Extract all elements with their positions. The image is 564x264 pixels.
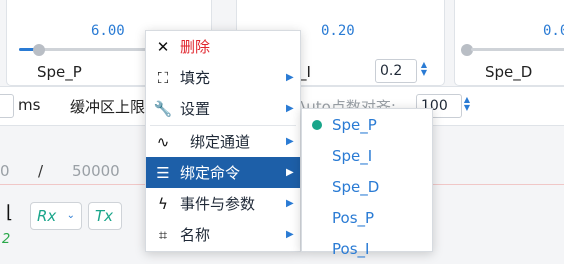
- hook-icon[interactable]: ⌊: [6, 202, 13, 223]
- submenu-item-spe-p-label: Spe_P: [332, 115, 377, 134]
- submenu-arrow-icon: ▶: [286, 136, 294, 147]
- submenu-item-pos-i[interactable]: Pos_I: [302, 233, 432, 264]
- list-icon: ☰: [156, 163, 170, 182]
- selected-dot-icon: [302, 116, 332, 134]
- menu-item-bind-command[interactable]: ☰ 绑定命令 ▶: [146, 157, 300, 188]
- context-menu: ✕ 删除 ⛶ 填充 ▶ 🔧 设置 ▶ ∿ 绑定通道 ▶ ☰ 绑定命令 ▶ ϟ 事…: [145, 30, 301, 252]
- panel-spe-d: 0.0 Spe_D: [454, 0, 564, 86]
- spe-p-slider-thumb[interactable]: [33, 44, 45, 56]
- submenu-item-pos-p[interactable]: Pos_P: [302, 202, 432, 233]
- spe-d-value: 0.0: [543, 23, 564, 39]
- tx-button[interactable]: Tx: [88, 202, 122, 230]
- submenu-item-spe-i-label: Spe_I: [332, 146, 373, 165]
- wrench-icon: 🔧: [153, 99, 173, 118]
- counter-total: 50000: [72, 162, 120, 180]
- spe-d-slider-track[interactable]: [471, 48, 564, 51]
- spe-i-value: 0.20: [321, 23, 355, 39]
- spe-p-value: 6.00: [91, 23, 125, 39]
- menu-item-bind-channel-label: 绑定通道: [190, 133, 251, 151]
- submenu-arrow-icon: ▶: [286, 103, 294, 114]
- menu-item-fill-label: 填充: [180, 69, 211, 87]
- bind-command-submenu: Spe_P Spe_I Spe_D Pos_P Pos_I: [301, 108, 433, 258]
- spe-i-spinbox-value: 0.2: [380, 63, 403, 79]
- spe-i-spin-arrows[interactable]: ▲ ▼: [419, 61, 429, 77]
- buffer-limit-label: 缓冲区上限: [70, 98, 146, 116]
- rx-button[interactable]: Rx ⌄: [30, 202, 82, 230]
- tag-icon: ⌗: [158, 225, 168, 244]
- menu-item-settings[interactable]: 🔧 设置 ▶: [146, 93, 300, 124]
- submenu-item-spe-d[interactable]: Spe_D: [302, 171, 432, 202]
- submenu-item-pos-i-label: Pos_I: [332, 239, 370, 258]
- spe-p-label: Spe_P: [37, 63, 82, 81]
- spe-d-label: Spe_D: [485, 63, 533, 81]
- submenu-arrow-icon: ▶: [286, 229, 294, 240]
- submenu-arrow-icon: ▶: [286, 198, 294, 209]
- close-icon: ✕: [156, 37, 170, 56]
- menu-item-events-params-label: 事件与参数: [180, 195, 256, 213]
- fill-icon: ⛶: [157, 68, 169, 87]
- menu-item-bind-channel[interactable]: ∿ 绑定通道 ▶: [146, 126, 300, 157]
- bottom-indicator: 2: [2, 232, 11, 247]
- menu-item-name[interactable]: ⌗ 名称 ▶: [146, 219, 300, 250]
- chevron-down-icon: ⌄: [66, 210, 75, 221]
- ms-input[interactable]: [0, 94, 14, 118]
- counter-separator: /: [38, 162, 44, 180]
- ms-label: ms: [18, 96, 41, 114]
- menu-item-name-label: 名称: [180, 226, 211, 244]
- menu-item-delete-label: 删除: [180, 38, 211, 56]
- submenu-item-pos-p-label: Pos_P: [332, 208, 375, 227]
- menu-item-delete[interactable]: ✕ 删除: [146, 31, 300, 62]
- spe-i-spinbox[interactable]: 0.2: [375, 59, 417, 83]
- submenu-arrow-icon: ▶: [286, 167, 294, 178]
- menu-item-bind-command-label: 绑定命令: [180, 164, 241, 182]
- submenu-item-spe-i[interactable]: Spe_I: [302, 140, 432, 171]
- submenu-item-spe-d-label: Spe_D: [332, 177, 380, 196]
- tx-label: Tx: [95, 207, 114, 225]
- submenu-arrow-icon: ▶: [286, 72, 294, 83]
- auto-align-arrows[interactable]: ▲ ▼: [462, 96, 472, 112]
- menu-item-settings-label: 设置: [180, 100, 211, 118]
- lightning-icon: ϟ: [158, 194, 168, 213]
- menu-item-fill[interactable]: ⛶ 填充 ▶: [146, 62, 300, 93]
- counter-current: 0: [0, 162, 10, 180]
- submenu-item-spe-p[interactable]: Spe_P: [302, 109, 432, 140]
- waveform-icon: ∿: [156, 132, 170, 151]
- menu-item-events-params[interactable]: ϟ 事件与参数 ▶: [146, 188, 300, 219]
- rx-label: Rx: [37, 207, 57, 225]
